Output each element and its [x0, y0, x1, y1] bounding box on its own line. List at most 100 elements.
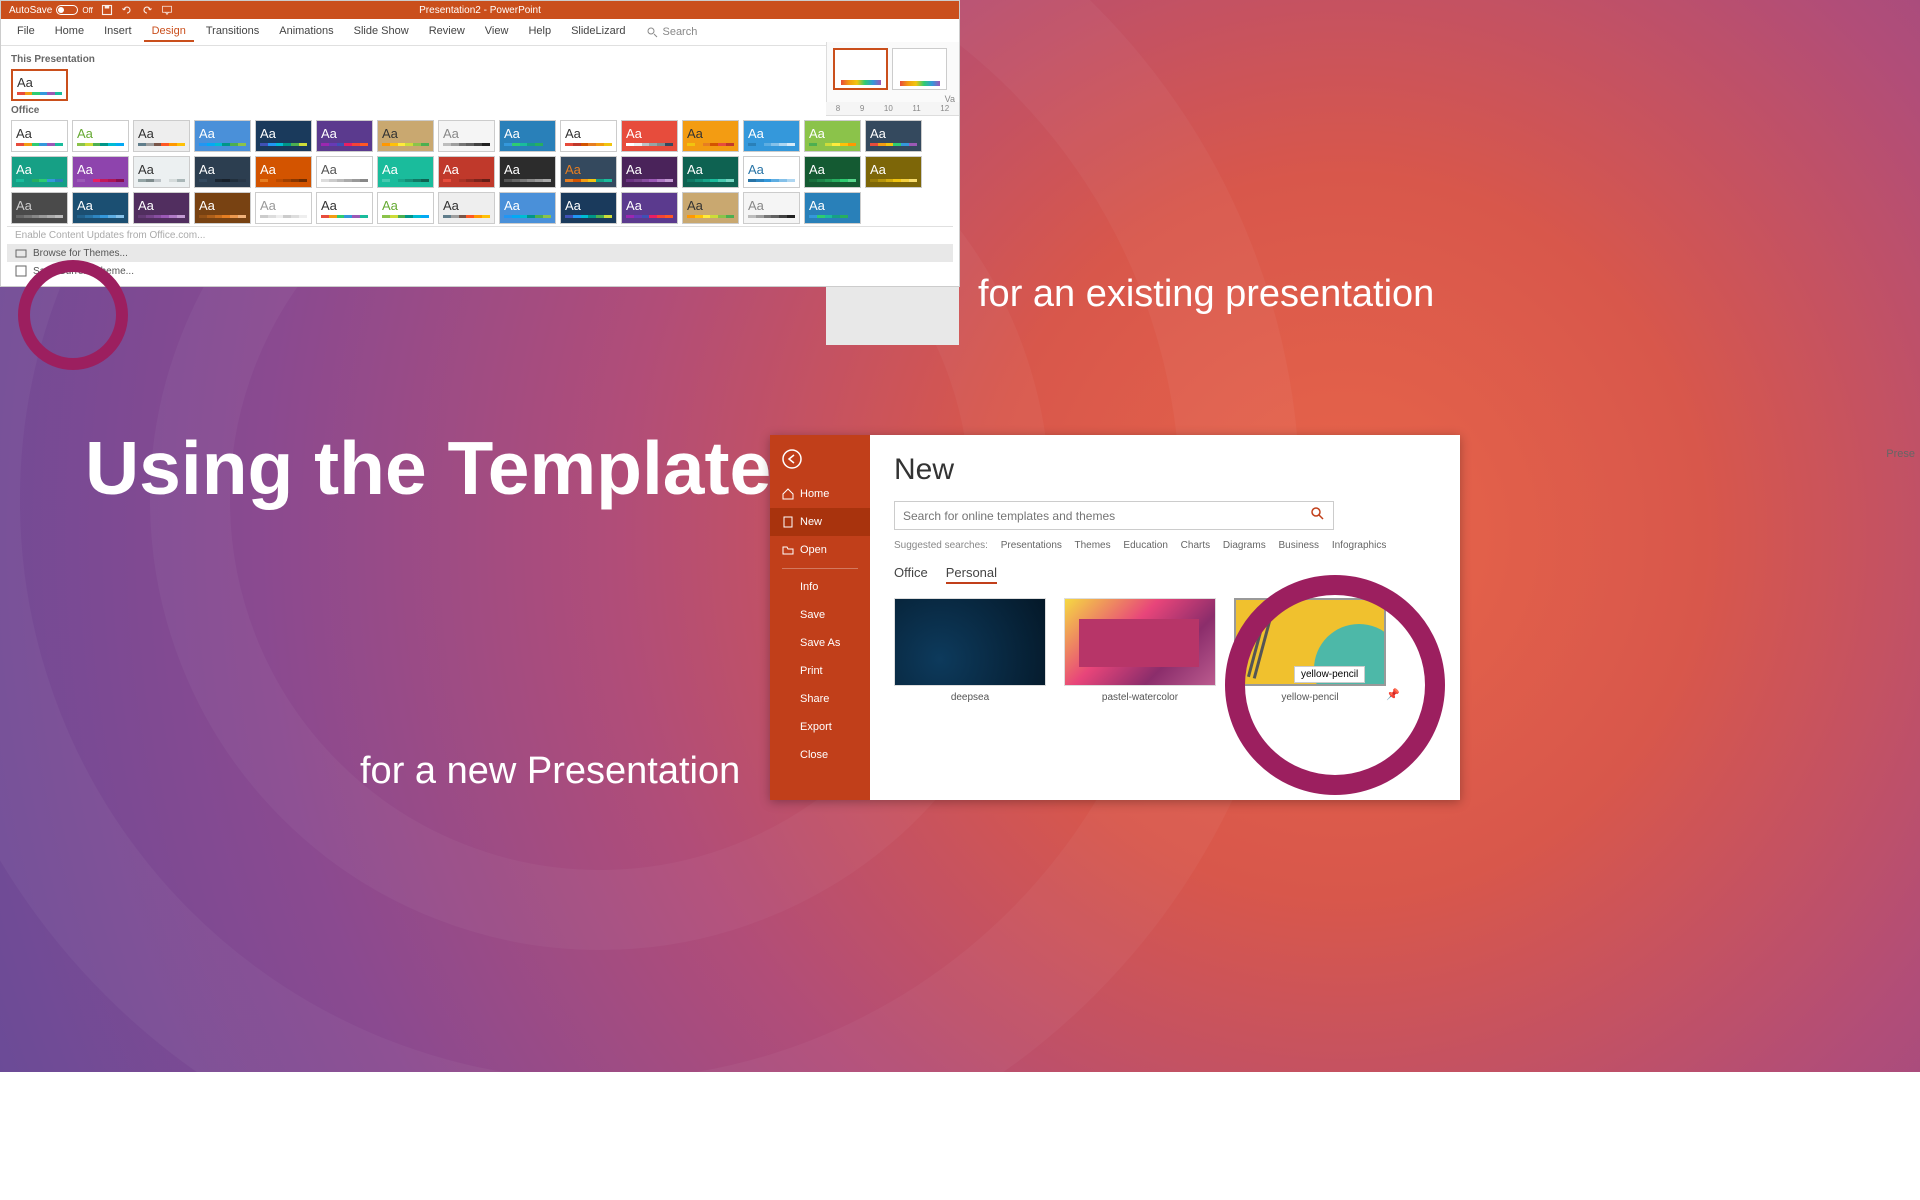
sidebar-share[interactable]: Share — [770, 685, 870, 713]
theme-thumbnail[interactable]: Aa — [499, 120, 556, 152]
theme-thumbnail[interactable]: Aa — [743, 192, 800, 224]
theme-thumbnail[interactable]: Aa — [560, 192, 617, 224]
template-deepsea[interactable]: deepsea — [894, 598, 1046, 703]
theme-thumbnail[interactable]: Aa — [865, 156, 922, 188]
suggested-presentations[interactable]: Presentations — [1001, 540, 1062, 551]
theme-thumbnail[interactable]: Aa — [743, 120, 800, 152]
tab-personal[interactable]: Personal — [946, 565, 997, 584]
theme-thumbnail[interactable]: Aa — [560, 120, 617, 152]
theme-thumbnail[interactable]: Aa — [194, 192, 251, 224]
theme-thumbnail[interactable]: Aa — [377, 120, 434, 152]
theme-thumbnail[interactable]: Aa — [621, 192, 678, 224]
theme-thumbnail[interactable]: Aa — [438, 156, 495, 188]
tab-animations[interactable]: Animations — [271, 22, 341, 42]
theme-thumbnail[interactable]: Aa — [11, 192, 68, 224]
theme-thumbnail[interactable]: Aa — [194, 156, 251, 188]
back-button[interactable] — [770, 443, 870, 480]
sidebar-new[interactable]: New — [770, 508, 870, 536]
ribbon-search[interactable]: Search — [647, 22, 697, 42]
tab-design[interactable]: Design — [144, 22, 194, 42]
pin-icon[interactable]: 📌 — [1386, 688, 1400, 701]
save-current-theme[interactable]: Save Current Theme... — [7, 262, 953, 280]
caption-new: for a new Presentation — [360, 750, 740, 793]
theme-thumbnail[interactable]: Aa — [255, 120, 312, 152]
sidebar-home[interactable]: Home — [770, 480, 870, 508]
sidebar-save[interactable]: Save — [770, 601, 870, 629]
theme-thumbnail[interactable]: Aa — [804, 156, 861, 188]
theme-thumbnail[interactable]: Aa — [804, 192, 861, 224]
save-icon[interactable] — [101, 4, 113, 16]
theme-thumbnail[interactable]: Aa — [499, 156, 556, 188]
template-search[interactable] — [894, 501, 1334, 530]
theme-thumbnail[interactable]: Aa — [682, 120, 739, 152]
variant-2[interactable] — [892, 48, 947, 90]
browse-for-themes[interactable]: Browse for Themes... — [7, 244, 953, 262]
suggested-charts[interactable]: Charts — [1181, 540, 1210, 551]
tab-file[interactable]: File — [9, 22, 43, 42]
suggested-themes[interactable]: Themes — [1075, 540, 1111, 551]
template-yellow-pencil[interactable]: yellow-pencil yellow-pencil 📌 — [1234, 598, 1386, 703]
suggested-searches: Suggested searches: Presentations Themes… — [894, 540, 1436, 551]
variant-1[interactable] — [833, 48, 888, 90]
tab-slidelizard[interactable]: SlideLizard — [563, 22, 633, 42]
undo-icon[interactable] — [121, 4, 133, 16]
theme-thumbnail[interactable]: Aa — [621, 156, 678, 188]
theme-thumbnail[interactable]: Aa — [316, 156, 373, 188]
tab-review[interactable]: Review — [421, 22, 473, 42]
theme-thumbnail[interactable]: Aa — [682, 192, 739, 224]
theme-thumbnail[interactable]: Aa — [438, 192, 495, 224]
theme-thumbnail[interactable]: Aa — [316, 120, 373, 152]
sidebar-close[interactable]: Close — [770, 741, 870, 769]
autosave-label: AutoSave — [9, 5, 52, 16]
theme-thumbnail[interactable]: Aa — [560, 156, 617, 188]
theme-thumbnail[interactable]: Aa — [133, 156, 190, 188]
template-pastel-watercolor[interactable]: pastel-watercolor — [1064, 598, 1216, 703]
sidebar-open[interactable]: Open — [770, 536, 870, 564]
save-icon — [15, 265, 27, 277]
theme-thumbnail[interactable]: Aa — [621, 120, 678, 152]
tab-insert[interactable]: Insert — [96, 22, 140, 42]
suggested-diagrams[interactable]: Diagrams — [1223, 540, 1266, 551]
theme-thumbnail[interactable]: Aa — [255, 156, 312, 188]
tab-view[interactable]: View — [477, 22, 517, 42]
theme-thumbnail[interactable]: Aa — [72, 120, 129, 152]
sidebar-saveas[interactable]: Save As — [770, 629, 870, 657]
tab-transitions[interactable]: Transitions — [198, 22, 267, 42]
template-search-input[interactable] — [903, 509, 1311, 523]
gallery-header-this: This Presentation — [7, 52, 953, 67]
theme-thumbnail[interactable]: Aa — [194, 120, 251, 152]
sidebar-export[interactable]: Export — [770, 713, 870, 741]
tab-home[interactable]: Home — [47, 22, 92, 42]
tab-help[interactable]: Help — [520, 22, 559, 42]
theme-thumbnail[interactable]: Aa — [743, 156, 800, 188]
theme-thumbnail[interactable]: Aa — [11, 69, 68, 101]
theme-thumbnail[interactable]: Aa — [133, 120, 190, 152]
theme-thumbnail[interactable]: Aa — [72, 156, 129, 188]
theme-thumbnail[interactable]: Aa — [865, 120, 922, 152]
theme-thumbnail[interactable]: Aa — [316, 192, 373, 224]
theme-thumbnail[interactable]: Aa — [377, 156, 434, 188]
search-icon[interactable] — [1311, 507, 1325, 524]
sidebar-info[interactable]: Info — [770, 573, 870, 601]
theme-thumbnail[interactable]: Aa — [377, 192, 434, 224]
new-icon — [782, 516, 794, 528]
tab-slideshow[interactable]: Slide Show — [346, 22, 417, 42]
theme-thumbnail[interactable]: Aa — [133, 192, 190, 224]
theme-thumbnail[interactable]: Aa — [11, 156, 68, 188]
suggested-business[interactable]: Business — [1278, 540, 1319, 551]
suggested-education[interactable]: Education — [1123, 540, 1167, 551]
suggested-infographics[interactable]: Infographics — [1332, 540, 1386, 551]
toggle-icon[interactable] — [56, 5, 78, 15]
slideshow-icon[interactable] — [161, 4, 173, 16]
theme-thumbnail[interactable]: Aa — [255, 192, 312, 224]
sidebar-print[interactable]: Print — [770, 657, 870, 685]
theme-thumbnail[interactable]: Aa — [682, 156, 739, 188]
tab-office[interactable]: Office — [894, 565, 928, 584]
redo-icon[interactable] — [141, 4, 153, 16]
theme-thumbnail[interactable]: Aa — [499, 192, 556, 224]
theme-thumbnail[interactable]: Aa — [804, 120, 861, 152]
theme-thumbnail[interactable]: Aa — [72, 192, 129, 224]
autosave-toggle[interactable]: AutoSave Off — [9, 5, 93, 16]
theme-thumbnail[interactable]: Aa — [11, 120, 68, 152]
theme-thumbnail[interactable]: Aa — [438, 120, 495, 152]
